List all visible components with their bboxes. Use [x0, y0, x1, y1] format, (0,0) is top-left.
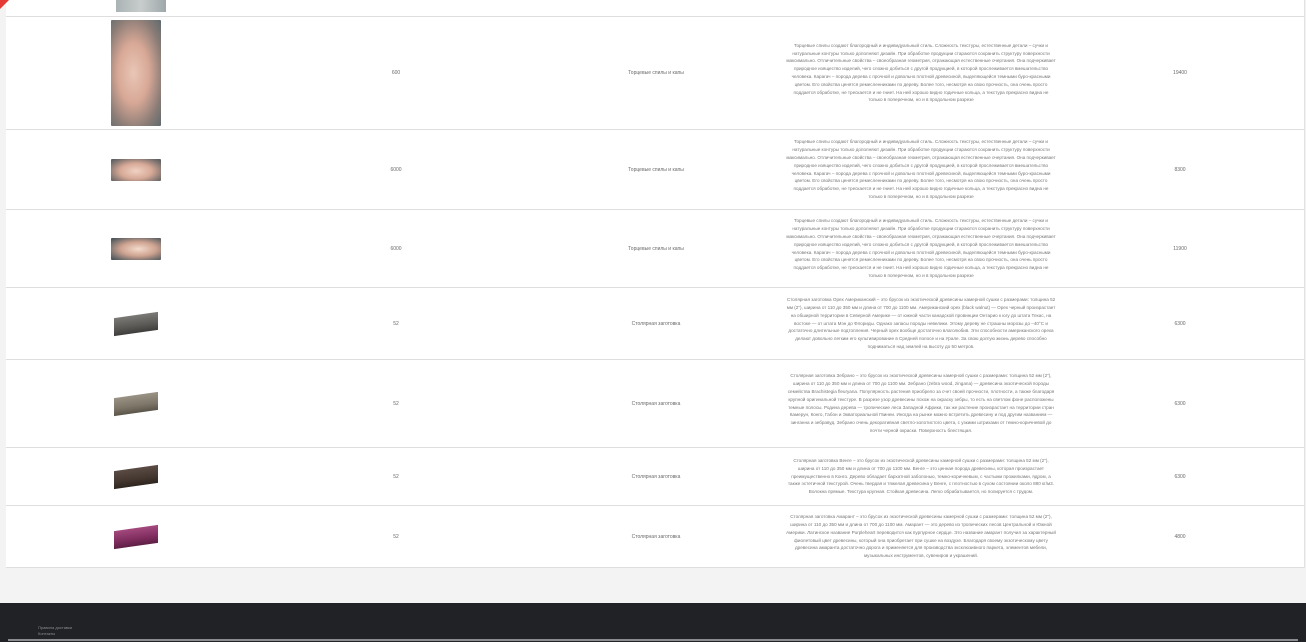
product-price: 6300 [1174, 400, 1186, 407]
products-table: 600 Торцевые спилы и капы Торцевые спилы с… [6, 16, 1304, 568]
product-description: Торцевые спилы создают благородный и инд… [786, 139, 1056, 199]
product-name: Столярная заготовка [631, 320, 681, 327]
table-row: 52 Столярная заготовка Столярная заготовка… [6, 447, 1304, 506]
product-image[interactable] [111, 237, 161, 260]
product-image[interactable] [111, 451, 161, 502]
product-price: 8300 [1174, 166, 1186, 173]
product-image-cell [6, 360, 266, 448]
table-row: 52 Столярная заготовка Столярная заготовка… [6, 505, 1304, 568]
product-price: 6300 [1174, 320, 1186, 327]
footer-links: Правила доставки Контакты [38, 625, 72, 637]
product-image[interactable] [111, 158, 161, 181]
table-row: 52 Столярная заготовка Столярная заготовка… [6, 359, 1304, 448]
product-image-cell [6, 288, 266, 360]
table-row: 6000 Торцевые спилы и капы Торцевые спилы … [6, 209, 1304, 288]
product-name: Столярная заготовка [631, 533, 681, 540]
product-image-cell [6, 448, 266, 506]
product-quantity: 52 [393, 400, 399, 407]
product-name: Торцевые спилы и капы [628, 70, 684, 76]
product-image-cell [6, 506, 266, 568]
product-image[interactable] [111, 298, 161, 349]
product-name: Торцевые спилы и капы [628, 245, 684, 252]
product-quantity: 52 [393, 533, 399, 540]
product-image-cell [6, 130, 266, 210]
product-price: 4800 [1174, 533, 1186, 540]
product-image-cell [6, 17, 266, 130]
product-name: Торцевые спилы и капы [628, 166, 684, 173]
product-price: 19400 [1173, 70, 1187, 76]
product-quantity: 52 [393, 473, 399, 480]
product-name: Столярная заготовка [631, 473, 681, 480]
table-row: 6000 Торцевые спилы и капы Торцевые спилы … [6, 129, 1304, 210]
product-description: Столярная заготовка Зебрано – это брусок… [787, 373, 1055, 433]
product-image-cell [6, 210, 266, 288]
previous-row-image-stub [116, 0, 166, 12]
product-table-panel: 600 Торцевые спилы и капы Торцевые спилы с… [6, 0, 1305, 568]
product-image[interactable] [111, 20, 161, 126]
site-footer: Правила доставки Контакты [0, 603, 1306, 642]
product-description: Торцевые спилы создают благородный и инд… [786, 42, 1056, 103]
product-quantity: 600 [391, 70, 401, 76]
product-description: Столярная заготовка Амарант – это брусок… [786, 514, 1056, 559]
corner-marker [0, 0, 9, 9]
product-quantity: 6000 [390, 245, 402, 252]
product-image[interactable] [111, 511, 161, 562]
table-row: 600 Торцевые спилы и капы Торцевые спилы с… [6, 16, 1304, 130]
product-description: Столярная заготовка Венге – это брусок и… [788, 458, 1054, 495]
product-quantity: 6000 [390, 166, 402, 173]
product-price: 6300 [1174, 473, 1186, 480]
footer-divider [8, 639, 1298, 641]
product-name: Столярная заготовка [631, 400, 681, 407]
product-price: 11900 [1173, 245, 1187, 252]
product-description: Столярная заготовка Орех Американский – … [786, 297, 1056, 349]
product-image[interactable] [111, 378, 161, 429]
product-description: Торцевые спилы создают благородный и инд… [786, 218, 1056, 278]
table-row: 52 Столярная заготовка Столярная заготовка… [6, 287, 1304, 360]
footer-link-contacts[interactable]: Контакты [38, 631, 72, 637]
product-quantity: 52 [393, 320, 399, 327]
